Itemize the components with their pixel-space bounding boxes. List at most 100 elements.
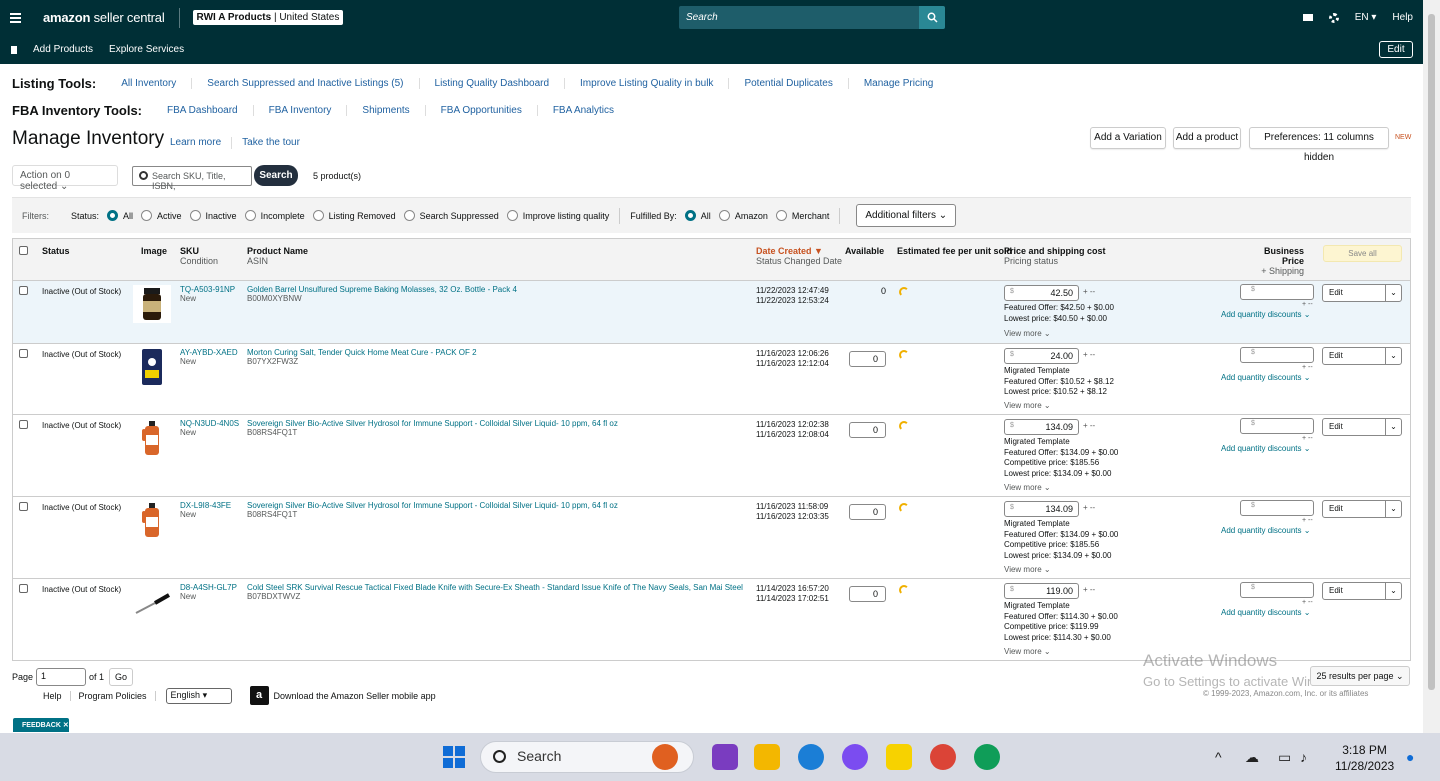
edit-dropdown[interactable]: Edit ⌄ <box>1322 347 1402 365</box>
fulfilled-option-all[interactable]: All <box>677 210 711 221</box>
view-more-link[interactable]: View more ⌄ <box>1004 401 1051 410</box>
row-checkbox[interactable] <box>19 420 28 429</box>
status-option-removed[interactable]: Listing Removed <box>305 210 396 221</box>
fba-link-shipments[interactable]: Shipments <box>347 105 426 116</box>
learn-more-link[interactable]: Learn more <box>170 137 221 149</box>
fulfilled-option-amazon[interactable]: Amazon <box>711 210 768 221</box>
inventory-search-input[interactable]: Search SKU, Title, ISBN, <box>132 166 252 191</box>
business-price-input[interactable]: $ <box>1240 500 1314 516</box>
mail-icon[interactable] <box>1302 14 1313 21</box>
available-input[interactable]: 0 <box>849 586 886 602</box>
radio-icon[interactable] <box>244 210 256 221</box>
business-price-input[interactable]: $ <box>1240 418 1314 434</box>
row-checkbox[interactable] <box>19 286 28 295</box>
sticky-notes-icon[interactable] <box>886 744 912 770</box>
col-sku[interactable]: SKU Condition <box>180 246 218 266</box>
col-date-created[interactable]: Date Created ▼ Status Changed Date <box>756 246 842 266</box>
view-more-link[interactable]: View more ⌄ <box>1004 565 1051 574</box>
price-input[interactable]: $24.00 <box>1004 348 1079 364</box>
row-product-name[interactable]: Sovereign Silver Bio-Active Silver Hydro… <box>247 419 747 437</box>
search-button[interactable] <box>919 6 945 29</box>
fba-link-opportunities[interactable]: FBA Opportunities <box>426 105 538 116</box>
feedback-button[interactable]: FEEDBACK ✕ <box>13 718 69 732</box>
go-button[interactable]: Go <box>109 668 134 686</box>
footer-language-select[interactable]: English ▾ <box>165 687 232 704</box>
bookmark-icon[interactable] <box>11 45 17 54</box>
edge-icon[interactable] <box>798 744 824 770</box>
chrome-profile-icon[interactable] <box>974 744 1000 770</box>
fba-link-dashboard[interactable]: FBA Dashboard <box>152 105 254 116</box>
logo[interactable]: amazon seller central <box>43 10 165 25</box>
product-image[interactable] <box>133 583 171 621</box>
chrome-icon[interactable] <box>930 744 956 770</box>
preferences-button[interactable]: Preferences: 11 columns hidden <box>1249 127 1389 163</box>
product-image[interactable] <box>133 348 171 386</box>
status-option-incomplete[interactable]: Incomplete <box>237 210 305 221</box>
take-tour-link[interactable]: Take the tour <box>242 137 300 149</box>
bulk-action-select[interactable]: Action on 0 selected ⌄ <box>12 165 118 192</box>
price-input[interactable]: $42.50 <box>1004 285 1079 301</box>
edit-dropdown[interactable]: Edit ⌄ <box>1322 284 1402 302</box>
chevron-down-icon[interactable]: ⌄ <box>1385 501 1401 517</box>
help-link[interactable]: Help <box>1392 12 1413 23</box>
status-option-all[interactable]: All <box>99 210 133 221</box>
inventory-search-button[interactable]: Search <box>254 165 298 186</box>
col-business-price[interactable]: Business Price + Shipping <box>1253 246 1304 276</box>
tool-link-all-inventory[interactable]: All Inventory <box>106 78 193 89</box>
quantity-discounts-link[interactable]: Add quantity discounts ⌄ <box>1221 444 1310 453</box>
global-search-input[interactable]: Search <box>679 6 919 29</box>
download-app-link[interactable]: Download the Amazon Seller mobile app <box>274 691 436 701</box>
tool-link-duplicates[interactable]: Potential Duplicates <box>729 78 849 89</box>
product-image[interactable] <box>133 419 171 457</box>
col-product-name[interactable]: Product Name ASIN <box>247 246 308 266</box>
row-checkbox[interactable] <box>19 349 28 358</box>
gear-icon[interactable] <box>1328 12 1339 23</box>
row-sku[interactable]: D8-A4SH-GL7P New <box>180 583 237 601</box>
row-product-name[interactable]: Sovereign Silver Bio-Active Silver Hydro… <box>247 501 747 519</box>
radio-icon[interactable] <box>506 210 518 221</box>
price-input[interactable]: $119.00 <box>1004 583 1079 599</box>
product-image[interactable] <box>133 285 171 323</box>
edit-dropdown[interactable]: Edit ⌄ <box>1322 418 1402 436</box>
radio-icon[interactable] <box>141 210 153 221</box>
row-sku[interactable]: DX-L9I8-43FE New <box>180 501 231 519</box>
col-status[interactable]: Status <box>42 246 70 256</box>
business-price-input[interactable]: $ <box>1240 347 1314 363</box>
available-input[interactable]: 0 <box>849 504 886 520</box>
copilot-icon[interactable] <box>712 744 738 770</box>
page-scrollbar[interactable] <box>1423 0 1440 733</box>
fba-link-analytics[interactable]: FBA Analytics <box>538 105 629 116</box>
status-option-inactive[interactable]: Inactive <box>182 210 237 221</box>
close-icon[interactable]: ✕ <box>63 722 69 729</box>
status-option-suppressed[interactable]: Search Suppressed <box>396 210 499 221</box>
edit-dropdown[interactable]: Edit ⌄ <box>1322 582 1402 600</box>
notification-bell-icon[interactable]: ● <box>1406 749 1414 765</box>
radio-icon[interactable] <box>312 210 324 221</box>
menu-icon[interactable] <box>0 0 30 35</box>
radio-selected-icon[interactable] <box>684 210 696 221</box>
col-price[interactable]: Price and shipping cost Pricing status <box>1004 246 1106 266</box>
widget-icon[interactable] <box>652 744 678 770</box>
product-image[interactable] <box>133 501 171 539</box>
chevron-down-icon[interactable]: ⌄ <box>1385 348 1401 364</box>
business-price-input[interactable]: $ <box>1240 582 1314 598</box>
row-product-name[interactable]: Morton Curing Salt, Tender Quick Home Me… <box>247 348 747 366</box>
radio-icon[interactable] <box>189 210 201 221</box>
results-per-page-select[interactable]: 25 results per page ⌄ <box>1310 666 1410 686</box>
tool-link-manage-pricing[interactable]: Manage Pricing <box>849 78 948 89</box>
explore-services-link[interactable]: Explore Services <box>109 44 184 55</box>
tool-link-suppressed[interactable]: Search Suppressed and Inactive Listings … <box>192 78 420 89</box>
select-all-checkbox[interactable] <box>19 246 28 255</box>
tool-link-quality-dashboard[interactable]: Listing Quality Dashboard <box>420 78 566 89</box>
row-checkbox[interactable] <box>19 502 28 511</box>
col-est-fee[interactable]: Estimated fee per unit sold <box>897 246 1012 256</box>
page-number-input[interactable]: 1 <box>36 668 87 686</box>
status-option-active[interactable]: Active <box>133 210 182 221</box>
col-available[interactable]: Available <box>845 246 884 256</box>
cloud-icon[interactable]: ☁ <box>1245 749 1259 766</box>
available-input[interactable]: 0 <box>849 422 886 438</box>
quantity-discounts-link[interactable]: Add quantity discounts ⌄ <box>1221 310 1310 319</box>
add-variation-button[interactable]: Add a Variation <box>1090 127 1166 149</box>
row-checkbox[interactable] <box>19 584 28 593</box>
row-sku[interactable]: NQ-N3UD-4N0S New <box>180 419 239 437</box>
